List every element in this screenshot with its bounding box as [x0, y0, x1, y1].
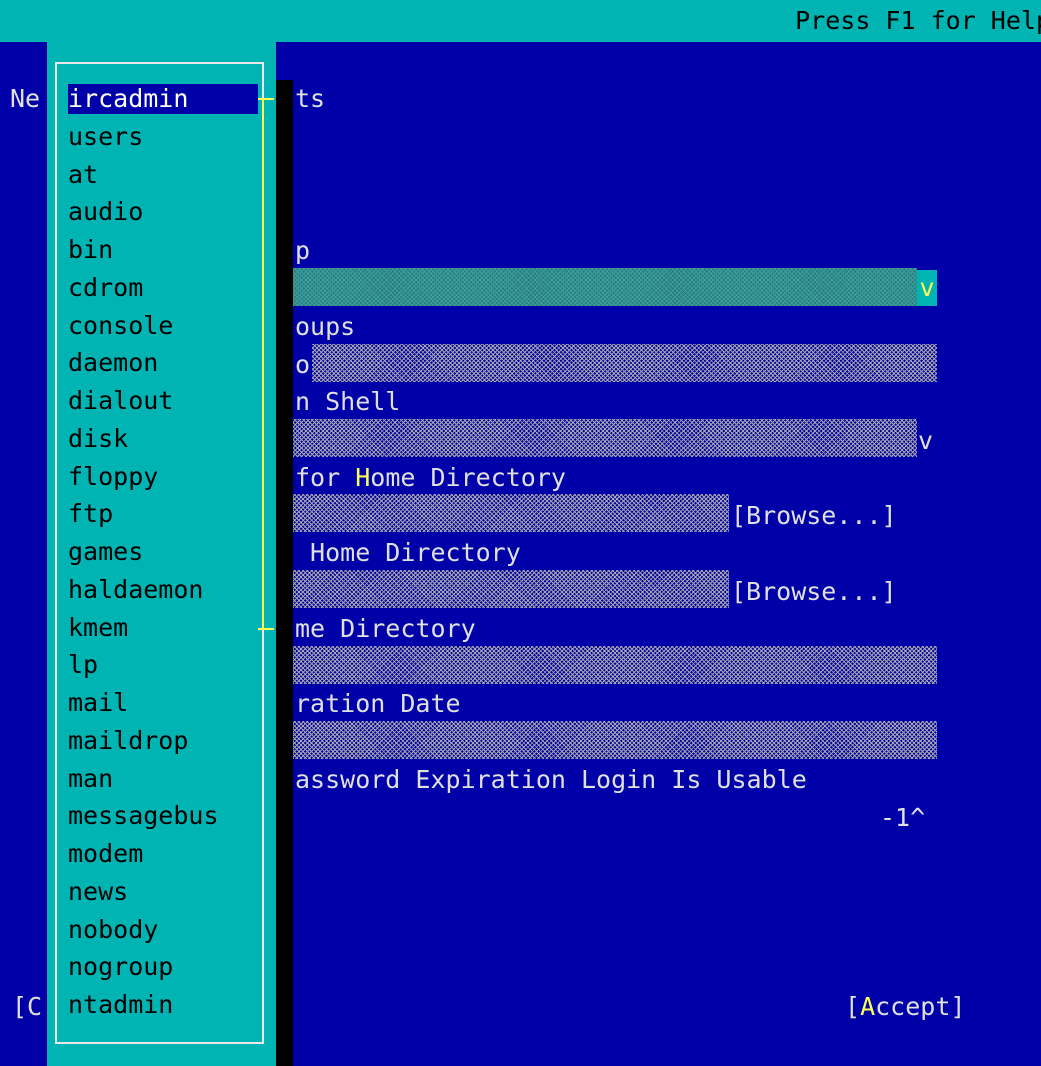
label-days-after-expiration: assword Expiration Login Is Usable	[295, 765, 807, 794]
group-list-item[interactable]: lp	[68, 650, 98, 680]
scrollbar-bottom-tick	[258, 628, 274, 630]
group-list-item[interactable]: cdrom	[68, 273, 143, 303]
group-list-item[interactable]: modem	[68, 839, 143, 869]
group-list-item[interactable]: games	[68, 537, 143, 567]
home-permission-input[interactable]	[293, 646, 937, 684]
home-directory-input[interactable]	[293, 494, 729, 532]
label-skeleton-home-directory: Home Directory	[295, 538, 521, 567]
group-list-item[interactable]: console	[68, 311, 173, 341]
group-list-item[interactable]: dialout	[68, 386, 173, 416]
group-list-item[interactable]: nogroup	[68, 952, 173, 982]
accept-button[interactable]: [Accept]	[845, 992, 965, 1022]
days-after-expiration-value[interactable]: -1^	[880, 803, 925, 833]
label-expiration-date: ration Date	[295, 689, 461, 718]
login-shell-select[interactable]	[293, 419, 917, 457]
default-group-select[interactable]	[293, 268, 917, 306]
group-list-item[interactable]: at	[68, 160, 98, 190]
popup-scrollbar[interactable]	[262, 98, 264, 630]
label-login-shell: n Shell	[295, 387, 401, 416]
browse-skeleton-button[interactable]: [Browse...]	[731, 577, 897, 607]
group-list-item[interactable]: messagebus	[68, 801, 219, 831]
group-list-item[interactable]: ircadmin	[68, 84, 258, 114]
form-title-left: Ne	[10, 84, 41, 113]
group-list-item[interactable]: kmem	[68, 613, 128, 643]
group-list-item[interactable]: daemon	[68, 348, 158, 378]
label-additional-groups: oups	[295, 312, 356, 341]
title-bar: Press F1 for Help	[0, 0, 1041, 42]
additional-groups-input[interactable]	[312, 344, 937, 382]
default-group-dropdown-icon[interactable]: v	[917, 270, 937, 306]
group-list-item[interactable]: bin	[68, 235, 113, 265]
skeleton-directory-input[interactable]	[293, 570, 729, 608]
group-list-item[interactable]: news	[68, 877, 128, 907]
group-list-item[interactable]: nobody	[68, 915, 158, 945]
group-list-item[interactable]: floppy	[68, 462, 158, 492]
additional-groups-value: o	[295, 350, 311, 379]
group-list-item[interactable]: mail	[68, 688, 128, 718]
login-shell-dropdown-icon[interactable]: v	[918, 426, 933, 456]
group-list-item[interactable]: audio	[68, 197, 143, 227]
group-list-item[interactable]: maildrop	[68, 726, 188, 756]
label-home-permission: me Directory	[295, 614, 476, 643]
popup-shadow	[276, 80, 293, 1066]
group-list-item[interactable]: man	[68, 764, 113, 794]
group-list-item[interactable]: disk	[68, 424, 128, 454]
label-default-group: p	[295, 236, 311, 265]
form-title-right: ts	[295, 84, 326, 113]
expiration-date-input[interactable]	[293, 721, 937, 759]
browse-home-button[interactable]: [Browse...]	[731, 501, 897, 531]
group-list-item[interactable]: ftp	[68, 499, 113, 529]
scrollbar-top-tick	[258, 98, 274, 100]
group-list-item[interactable]: haldaemon	[68, 575, 203, 605]
group-list-item[interactable]: ntadmin	[68, 990, 173, 1020]
cancel-button[interactable]: [C	[12, 992, 42, 1022]
group-list-item[interactable]: users	[68, 122, 143, 152]
label-home-directory: for Home Directory	[295, 463, 566, 492]
help-hint: Press F1 for Help	[795, 6, 1041, 35]
